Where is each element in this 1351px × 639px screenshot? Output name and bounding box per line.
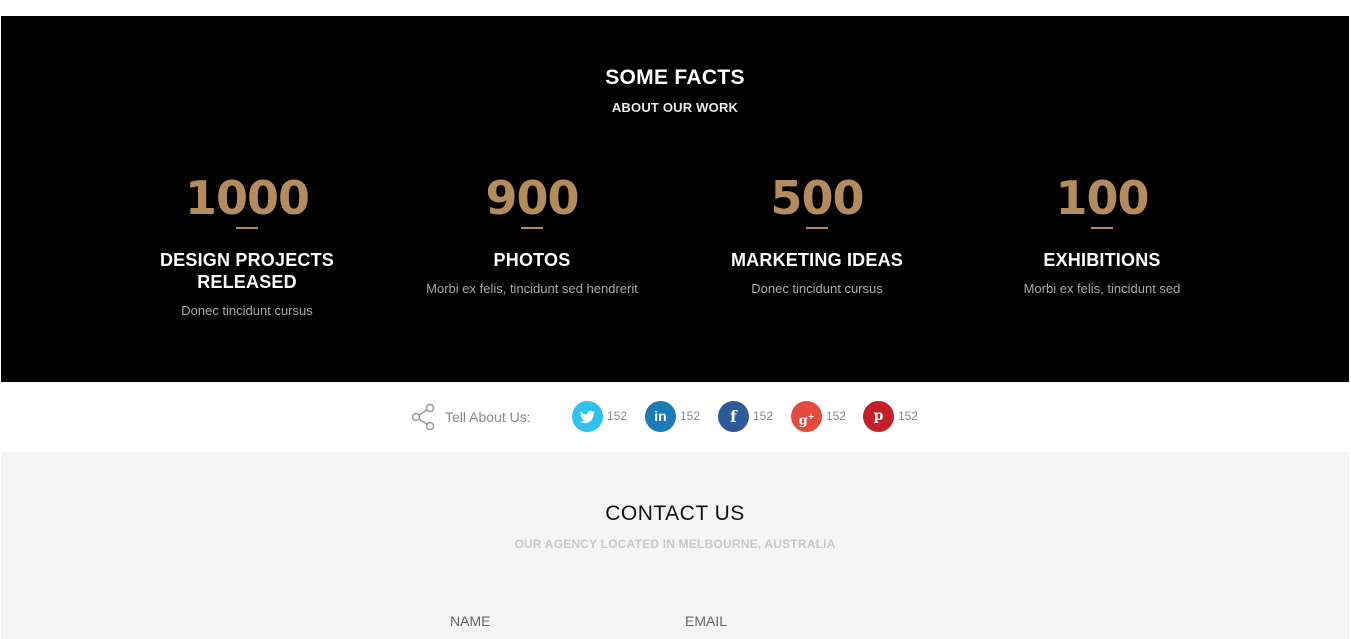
email-field-label: EMAIL: [685, 613, 728, 629]
fact-description: Donec tincidunt cursus: [751, 281, 883, 296]
facts-section: SOME FACTS ABOUT OUR WORK 1000 DESIGN PR…: [1, 16, 1349, 382]
fact-underline: [236, 227, 258, 229]
fact-title: EXHIBITIONS: [1043, 250, 1161, 270]
fact-description: Donec tincidunt cursus: [181, 303, 313, 318]
fact-title: PHOTOS: [493, 250, 571, 270]
contact-section: CONTACT US OUR AGENCY LOCATED IN MELBOUR…: [1, 452, 1349, 639]
linkedin-icon: in: [645, 401, 676, 432]
share-icon: [411, 403, 437, 431]
share-bar: Tell About Us: 152 in 152 f 152 g+ 152 p…: [0, 382, 1351, 452]
fact-underline: [521, 227, 543, 229]
fact-number: 500: [770, 171, 864, 225]
fact-description: Morbi ex felis, tincidunt sed hendrerit: [426, 281, 638, 296]
fact-description: Morbi ex felis, tincidunt sed: [1023, 281, 1181, 296]
facebook-share-count: 152: [753, 409, 774, 423]
pinterest-icon: p: [863, 401, 894, 432]
top-strip: [0, 0, 1351, 16]
twitter-icon: [572, 401, 603, 432]
fact-number: 100: [1055, 171, 1149, 225]
twitter-share-count: 152: [607, 409, 628, 423]
fact-marketing-ideas: 500 MARKETING IDEAS Donec tincidunt curs…: [687, 172, 947, 298]
linkedin-share-count: 152: [680, 409, 701, 423]
contact-subtitle: OUR AGENCY LOCATED IN MELBOURNE, AUSTRAL…: [514, 537, 836, 551]
google-plus-share-count: 152: [826, 409, 847, 423]
fact-title: MARKETING IDEAS: [730, 250, 903, 270]
facebook-icon: f: [718, 401, 749, 432]
fact-underline: [1091, 227, 1113, 229]
fact-title: DESIGN PROJECTS RELEASED: [159, 250, 335, 292]
share-label: Tell About Us:: [445, 409, 531, 425]
fact-photos: 900 PHOTOS Morbi ex felis, tincidunt sed…: [402, 172, 662, 298]
pinterest-share-count: 152: [898, 409, 919, 423]
fact-number: 900: [485, 171, 579, 225]
google-plus-icon: g+: [791, 401, 822, 432]
facts-subtitle: ABOUT OUR WORK: [611, 100, 739, 115]
name-field-label: NAME: [450, 613, 491, 629]
contact-title: CONTACT US: [605, 502, 745, 525]
fact-design-projects: 1000 DESIGN PROJECTS RELEASED Donec tinc…: [117, 172, 377, 320]
fact-exhibitions: 100 EXHIBITIONS Morbi ex felis, tincidun…: [972, 172, 1232, 298]
facts-title: SOME FACTS: [605, 66, 745, 89]
fact-number: 1000: [184, 171, 310, 225]
fact-underline: [806, 227, 828, 229]
